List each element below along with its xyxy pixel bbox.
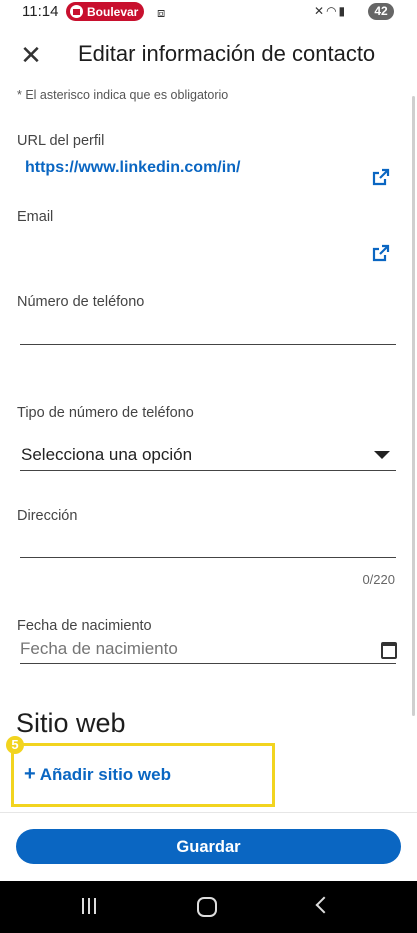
website-section-title: Sitio web (16, 708, 126, 738)
status-time: 11:14 (22, 3, 59, 20)
address-label: Dirección (17, 508, 78, 524)
external-link-icon[interactable] (371, 243, 391, 263)
home-icon[interactable] (197, 897, 217, 917)
add-website-button[interactable]: + Añadir sitio web (24, 763, 171, 786)
phone-input[interactable] (20, 318, 396, 344)
phone-input-underline (20, 344, 396, 345)
system-status-icons: ✕◠▮ (314, 4, 347, 18)
spotify-icon (70, 5, 83, 18)
external-link-icon[interactable] (371, 167, 391, 187)
phone-type-select[interactable]: Selecciona una opción (21, 445, 192, 465)
save-button[interactable]: Guardar (16, 829, 401, 864)
footer-divider (0, 812, 417, 813)
address-char-counter: 0/220 (362, 572, 395, 587)
profile-url-label: URL del perfil (17, 133, 105, 149)
profile-url-link[interactable]: https://www.linkedin.com/in/ (25, 159, 240, 177)
address-input[interactable] (20, 530, 396, 556)
page-title: Editar información de contacto (78, 41, 376, 66)
phone-type-underline (20, 470, 396, 471)
media-notification-pill[interactable]: Boulevar (66, 2, 145, 21)
calendar-icon[interactable] (381, 642, 397, 659)
step-badge: 5 (6, 736, 24, 754)
address-input-underline (20, 557, 396, 558)
phone-label: Número de teléfono (17, 294, 145, 310)
signal-icon: ▮ (338, 4, 348, 18)
required-hint: * El asterisco indica que es obligatorio (17, 88, 229, 102)
chevron-down-icon[interactable] (374, 451, 390, 459)
birthday-label: Fecha de nacimiento (17, 618, 152, 634)
birthday-input[interactable] (20, 639, 372, 659)
email-label: Email (17, 209, 54, 225)
media-label: Boulevar (87, 4, 139, 19)
battery-indicator: 42 (368, 3, 394, 20)
close-icon[interactable]: ✕ (18, 40, 44, 70)
plus-icon: + (24, 763, 36, 785)
wifi-icon: ◠ (326, 4, 339, 18)
add-website-label: Añadir sitio web (39, 765, 171, 784)
mute-icon: ✕ (314, 4, 327, 18)
phone-type-label: Tipo de número de teléfono (17, 405, 194, 421)
status-bar: 11:14 Boulevar ⧈ ✕◠▮ 42 (0, 0, 417, 26)
birthday-input-underline (20, 663, 396, 664)
recent-apps-icon[interactable] (82, 898, 98, 916)
scrollbar[interactable] (412, 96, 415, 716)
screenshot-icon: ⧈ (157, 5, 166, 20)
